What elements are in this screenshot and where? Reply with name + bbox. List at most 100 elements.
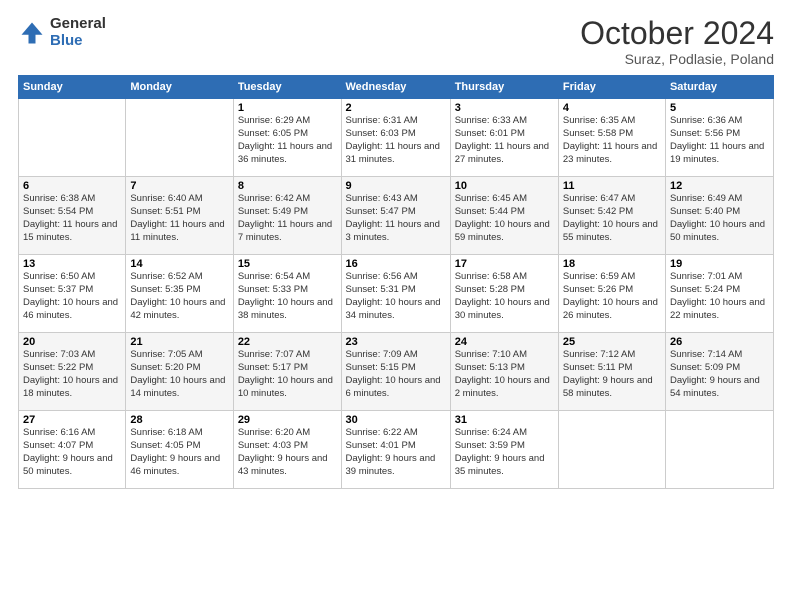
- day-info: Sunrise: 6:42 AM Sunset: 5:49 PM Dayligh…: [238, 193, 337, 244]
- table-row: [665, 411, 773, 489]
- table-row: 17 Sunrise: 6:58 AM Sunset: 5:28 PM Dayl…: [450, 255, 558, 333]
- sunrise-text: Sunrise: 6:56 AM: [346, 271, 418, 282]
- day-info: Sunrise: 6:58 AM Sunset: 5:28 PM Dayligh…: [455, 271, 554, 322]
- daylight-text: Daylight: 10 hours and 2 minutes.: [455, 375, 550, 399]
- daylight-text: Daylight: 9 hours and 54 minutes.: [670, 375, 760, 399]
- logo: General Blue: [18, 16, 106, 49]
- logo-general: General: [50, 16, 106, 33]
- day-info: Sunrise: 6:31 AM Sunset: 6:03 PM Dayligh…: [346, 115, 446, 166]
- day-number: 17: [455, 258, 554, 270]
- sunset-text: Sunset: 5:17 PM: [238, 362, 308, 373]
- table-row: 30 Sunrise: 6:22 AM Sunset: 4:01 PM Dayl…: [341, 411, 450, 489]
- table-row: [19, 99, 126, 177]
- day-info: Sunrise: 6:45 AM Sunset: 5:44 PM Dayligh…: [455, 193, 554, 244]
- sunset-text: Sunset: 5:31 PM: [346, 284, 416, 295]
- day-info: Sunrise: 6:29 AM Sunset: 6:05 PM Dayligh…: [238, 115, 337, 166]
- daylight-text: Daylight: 11 hours and 31 minutes.: [346, 141, 440, 165]
- daylight-text: Daylight: 10 hours and 22 minutes.: [670, 297, 765, 321]
- table-row: 15 Sunrise: 6:54 AM Sunset: 5:33 PM Dayl…: [233, 255, 341, 333]
- calendar: Sunday Monday Tuesday Wednesday Thursday…: [18, 75, 774, 489]
- sunrise-text: Sunrise: 6:29 AM: [238, 115, 310, 126]
- day-number: 16: [346, 258, 446, 270]
- day-info: Sunrise: 6:24 AM Sunset: 3:59 PM Dayligh…: [455, 427, 554, 478]
- table-row: 14 Sunrise: 6:52 AM Sunset: 5:35 PM Dayl…: [126, 255, 233, 333]
- day-number: 27: [23, 414, 121, 426]
- day-number: 2: [346, 102, 446, 114]
- header-sunday: Sunday: [19, 76, 126, 99]
- sunrise-text: Sunrise: 7:12 AM: [563, 349, 635, 360]
- sunrise-text: Sunrise: 7:14 AM: [670, 349, 742, 360]
- sunset-text: Sunset: 5:13 PM: [455, 362, 525, 373]
- daylight-text: Daylight: 10 hours and 14 minutes.: [130, 375, 225, 399]
- title-month: October 2024: [580, 16, 774, 51]
- table-row: 23 Sunrise: 7:09 AM Sunset: 5:15 PM Dayl…: [341, 333, 450, 411]
- sunrise-text: Sunrise: 6:33 AM: [455, 115, 527, 126]
- daylight-text: Daylight: 10 hours and 30 minutes.: [455, 297, 550, 321]
- sunrise-text: Sunrise: 6:35 AM: [563, 115, 635, 126]
- day-number: 8: [238, 180, 337, 192]
- sunrise-text: Sunrise: 6:18 AM: [130, 427, 202, 438]
- table-row: 10 Sunrise: 6:45 AM Sunset: 5:44 PM Dayl…: [450, 177, 558, 255]
- day-number: 13: [23, 258, 121, 270]
- table-row: 29 Sunrise: 6:20 AM Sunset: 4:03 PM Dayl…: [233, 411, 341, 489]
- table-row: 21 Sunrise: 7:05 AM Sunset: 5:20 PM Dayl…: [126, 333, 233, 411]
- sunset-text: Sunset: 5:58 PM: [563, 128, 633, 139]
- table-row: 4 Sunrise: 6:35 AM Sunset: 5:58 PM Dayli…: [558, 99, 665, 177]
- table-row: 16 Sunrise: 6:56 AM Sunset: 5:31 PM Dayl…: [341, 255, 450, 333]
- day-info: Sunrise: 7:05 AM Sunset: 5:20 PM Dayligh…: [130, 349, 228, 400]
- table-row: 1 Sunrise: 6:29 AM Sunset: 6:05 PM Dayli…: [233, 99, 341, 177]
- sunrise-text: Sunrise: 6:52 AM: [130, 271, 202, 282]
- sunset-text: Sunset: 5:40 PM: [670, 206, 740, 217]
- header-monday: Monday: [126, 76, 233, 99]
- table-row: 6 Sunrise: 6:38 AM Sunset: 5:54 PM Dayli…: [19, 177, 126, 255]
- day-info: Sunrise: 6:49 AM Sunset: 5:40 PM Dayligh…: [670, 193, 769, 244]
- table-row: 26 Sunrise: 7:14 AM Sunset: 5:09 PM Dayl…: [665, 333, 773, 411]
- day-info: Sunrise: 6:56 AM Sunset: 5:31 PM Dayligh…: [346, 271, 446, 322]
- day-number: 23: [346, 336, 446, 348]
- daylight-text: Daylight: 10 hours and 6 minutes.: [346, 375, 441, 399]
- sunrise-text: Sunrise: 6:50 AM: [23, 271, 95, 282]
- day-number: 29: [238, 414, 337, 426]
- day-number: 30: [346, 414, 446, 426]
- day-info: Sunrise: 7:03 AM Sunset: 5:22 PM Dayligh…: [23, 349, 121, 400]
- sunrise-text: Sunrise: 6:31 AM: [346, 115, 418, 126]
- weekday-header-row: Sunday Monday Tuesday Wednesday Thursday…: [19, 76, 774, 99]
- sunset-text: Sunset: 5:20 PM: [130, 362, 200, 373]
- day-info: Sunrise: 6:54 AM Sunset: 5:33 PM Dayligh…: [238, 271, 337, 322]
- table-row: 24 Sunrise: 7:10 AM Sunset: 5:13 PM Dayl…: [450, 333, 558, 411]
- sunset-text: Sunset: 5:28 PM: [455, 284, 525, 295]
- sunrise-text: Sunrise: 6:49 AM: [670, 193, 742, 204]
- sunrise-text: Sunrise: 6:38 AM: [23, 193, 95, 204]
- day-info: Sunrise: 6:22 AM Sunset: 4:01 PM Dayligh…: [346, 427, 446, 478]
- day-number: 21: [130, 336, 228, 348]
- logo-icon: [18, 19, 46, 47]
- table-row: 31 Sunrise: 6:24 AM Sunset: 3:59 PM Dayl…: [450, 411, 558, 489]
- table-row: 9 Sunrise: 6:43 AM Sunset: 5:47 PM Dayli…: [341, 177, 450, 255]
- sunrise-text: Sunrise: 6:36 AM: [670, 115, 742, 126]
- daylight-text: Daylight: 11 hours and 11 minutes.: [130, 219, 224, 243]
- day-number: 5: [670, 102, 769, 114]
- sunrise-text: Sunrise: 6:16 AM: [23, 427, 95, 438]
- sunset-text: Sunset: 6:05 PM: [238, 128, 308, 139]
- day-number: 31: [455, 414, 554, 426]
- day-info: Sunrise: 6:20 AM Sunset: 4:03 PM Dayligh…: [238, 427, 337, 478]
- week-row-5: 27 Sunrise: 6:16 AM Sunset: 4:07 PM Dayl…: [19, 411, 774, 489]
- daylight-text: Daylight: 10 hours and 26 minutes.: [563, 297, 658, 321]
- daylight-text: Daylight: 11 hours and 3 minutes.: [346, 219, 440, 243]
- table-row: 8 Sunrise: 6:42 AM Sunset: 5:49 PM Dayli…: [233, 177, 341, 255]
- table-row: 13 Sunrise: 6:50 AM Sunset: 5:37 PM Dayl…: [19, 255, 126, 333]
- day-number: 26: [670, 336, 769, 348]
- logo-text: General Blue: [50, 16, 106, 49]
- daylight-text: Daylight: 10 hours and 34 minutes.: [346, 297, 441, 321]
- sunrise-text: Sunrise: 6:22 AM: [346, 427, 418, 438]
- day-info: Sunrise: 7:14 AM Sunset: 5:09 PM Dayligh…: [670, 349, 769, 400]
- table-row: 20 Sunrise: 7:03 AM Sunset: 5:22 PM Dayl…: [19, 333, 126, 411]
- sunset-text: Sunset: 6:03 PM: [346, 128, 416, 139]
- table-row: 5 Sunrise: 6:36 AM Sunset: 5:56 PM Dayli…: [665, 99, 773, 177]
- day-info: Sunrise: 6:50 AM Sunset: 5:37 PM Dayligh…: [23, 271, 121, 322]
- table-row: 12 Sunrise: 6:49 AM Sunset: 5:40 PM Dayl…: [665, 177, 773, 255]
- title-location: Suraz, Podlasie, Poland: [580, 51, 774, 67]
- day-info: Sunrise: 6:18 AM Sunset: 4:05 PM Dayligh…: [130, 427, 228, 478]
- sunset-text: Sunset: 5:33 PM: [238, 284, 308, 295]
- day-info: Sunrise: 7:10 AM Sunset: 5:13 PM Dayligh…: [455, 349, 554, 400]
